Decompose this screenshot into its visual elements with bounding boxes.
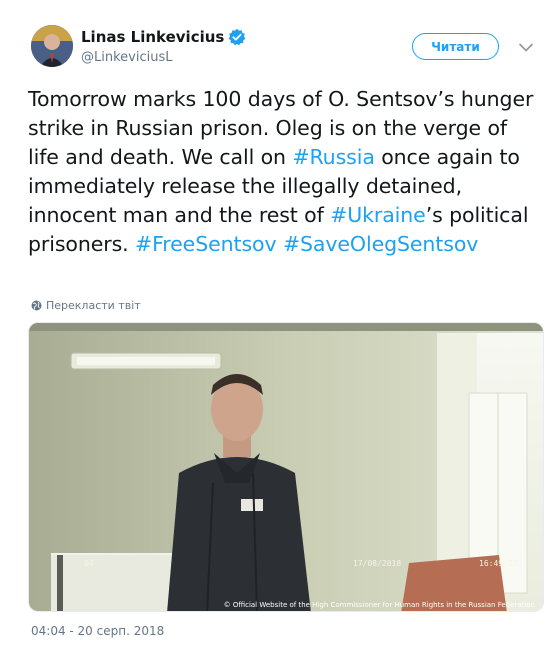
follow-button[interactable]: Читати bbox=[412, 33, 499, 60]
tweet-timestamp[interactable]: 04:04 - 20 серп. 2018 bbox=[31, 624, 164, 638]
hashtag-link-saveolegsentsov[interactable]: #SaveOlegSentsov bbox=[283, 232, 478, 256]
tweet-header: Linas Linkevicius @LinkeviciusL Читати bbox=[31, 25, 541, 71]
camera-time-overlay: 16:49:23 bbox=[479, 559, 518, 568]
display-name[interactable]: Linas Linkevicius bbox=[81, 28, 224, 46]
avatar[interactable] bbox=[31, 25, 73, 67]
camera-date-overlay: 17/08/2018 bbox=[353, 559, 402, 568]
hashtag-link-ukraine[interactable]: #Ukraine bbox=[330, 203, 426, 227]
author-handle[interactable]: @LinkeviciusL bbox=[81, 50, 172, 65]
camera-channel-tag: 04 bbox=[84, 559, 94, 568]
more-options-button[interactable] bbox=[516, 37, 536, 55]
verified-badge-icon bbox=[228, 28, 246, 46]
translate-label: Перекласти твіт bbox=[46, 298, 141, 312]
translate-tweet-link[interactable]: Перекласти твіт bbox=[31, 298, 141, 312]
chevron-down-icon bbox=[519, 37, 533, 56]
name-row: Linas Linkevicius bbox=[81, 27, 246, 47]
tweet-photo[interactable]: 04 17/08/2018 16:49:23 © Official Websit… bbox=[28, 322, 544, 612]
globe-icon bbox=[31, 300, 42, 311]
hashtag-link-russia[interactable]: #Russia bbox=[292, 145, 375, 169]
hashtag-link-freesentsov[interactable]: #FreeSentsov bbox=[135, 232, 277, 256]
photo-credit: © Official Website of the High Commissio… bbox=[223, 601, 535, 609]
tweet-text: Tomorrow marks 100 days of O. Sentsov’s … bbox=[28, 85, 543, 259]
